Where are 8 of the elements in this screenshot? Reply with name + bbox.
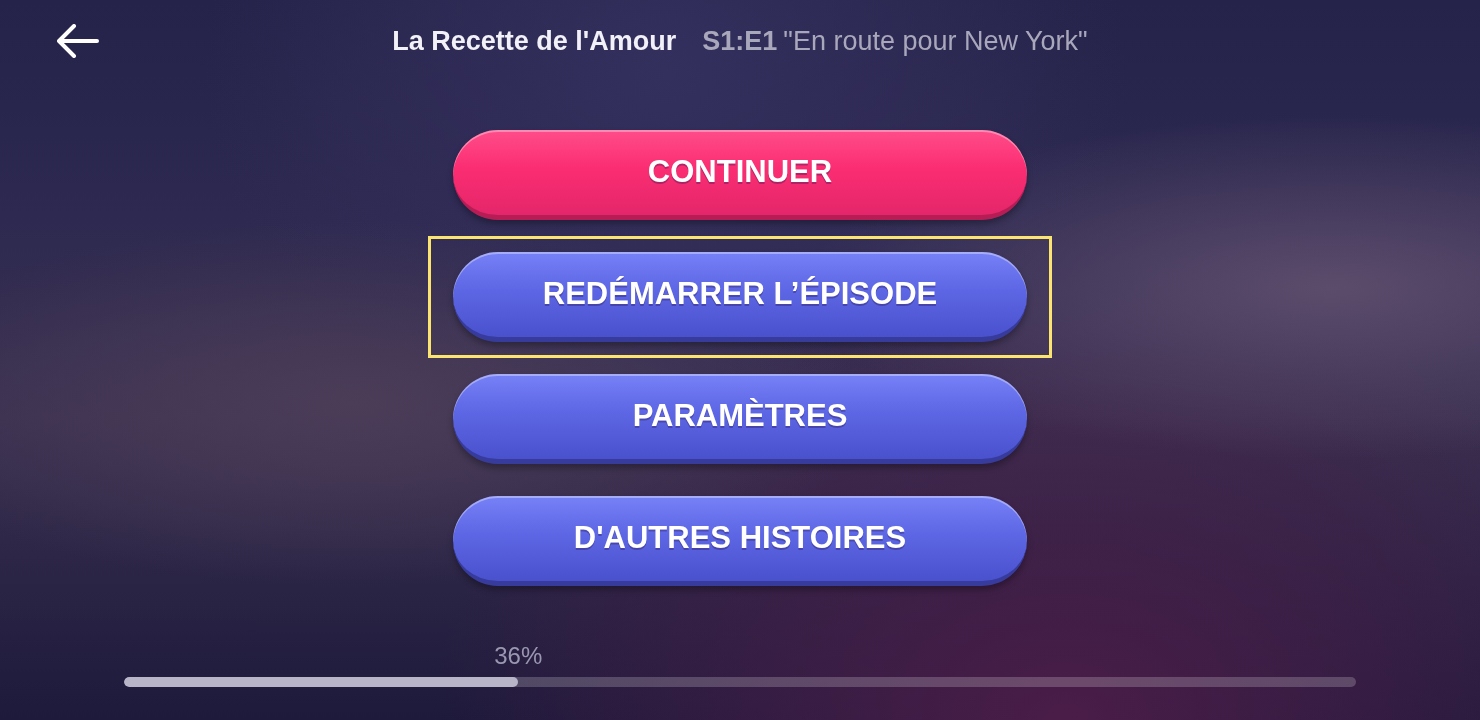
menu-button[interactable]: REDÉMARRER L’ÉPISODE bbox=[453, 252, 1027, 342]
menu-button[interactable]: PARAMÈTRES bbox=[453, 374, 1027, 464]
episode-title: "En route pour New York" bbox=[783, 24, 1088, 58]
episode-code: S1:E1 bbox=[702, 24, 778, 58]
story-title: La Recette de l'Amour bbox=[392, 24, 677, 58]
progress-percent: 36% bbox=[494, 641, 543, 671]
continue-button[interactable]: CONTINUER bbox=[453, 130, 1027, 220]
menu-button[interactable]: D'AUTRES HISTOIRES bbox=[453, 496, 1027, 586]
